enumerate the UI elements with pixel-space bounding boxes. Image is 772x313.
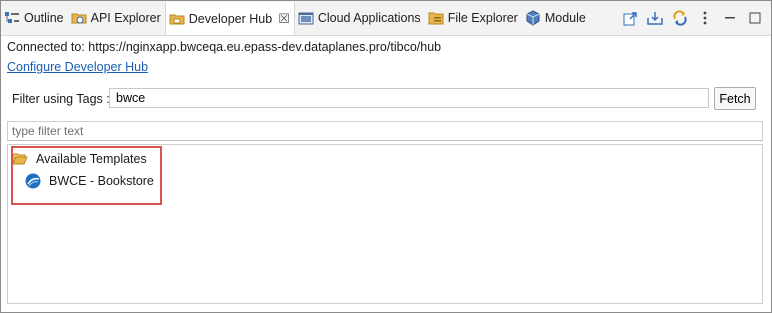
tab-label: API Explorer — [90, 11, 161, 25]
tab-label: Module — [544, 11, 586, 25]
file-explorer-icon — [428, 10, 444, 26]
import-icon[interactable] — [647, 10, 663, 26]
outline-icon — [4, 10, 20, 26]
tab-api-explorer[interactable]: API Explorer — [68, 1, 165, 35]
api-explorer-icon — [71, 10, 87, 26]
type-filter-input[interactable] — [7, 121, 763, 141]
view-menu-icon[interactable] — [697, 10, 713, 26]
view-toolbar — [622, 10, 763, 26]
close-tab-icon[interactable]: ☒ — [278, 11, 290, 27]
fetch-button[interactable]: Fetch — [714, 87, 756, 110]
tab-label: Developer Hub — [188, 11, 273, 26]
developer-hub-icon — [169, 11, 185, 27]
tab-cloud-applications[interactable]: Cloud Applications — [295, 1, 425, 35]
view-tab-bar: Outline API Explorer Developer Hub ☒ Clo… — [1, 1, 771, 36]
tree-item-bwce-bookstore[interactable]: BWCE - Bookstore — [25, 173, 154, 189]
connection-status: Connected to: https://nginxapp.bwceqa.eu… — [7, 40, 442, 54]
tree-folder-label: Available Templates — [36, 152, 147, 166]
filter-tags-input[interactable] — [109, 88, 709, 108]
module-icon — [525, 10, 541, 26]
tab-outline[interactable]: Outline — [1, 1, 68, 35]
tab-label: File Explorer — [447, 11, 518, 25]
tab-file-explorer[interactable]: File Explorer — [425, 1, 522, 35]
sync-icon[interactable] — [672, 10, 688, 26]
export-icon[interactable] — [622, 10, 638, 26]
tab-developer-hub[interactable]: Developer Hub ☒ — [164, 2, 295, 35]
filter-tags-label: Filter using Tags : — [12, 92, 110, 106]
tab-label: Cloud Applications — [317, 11, 421, 25]
maximize-icon[interactable] — [747, 10, 763, 26]
templates-tree — [7, 144, 763, 304]
developer-hub-panel: Outline API Explorer Developer Hub ☒ Clo… — [0, 0, 772, 313]
tree-item-label: BWCE - Bookstore — [49, 174, 154, 188]
tab-module[interactable]: Module — [522, 1, 590, 35]
tree-folder-available-templates[interactable]: Available Templates — [12, 151, 147, 167]
tab-label: Outline — [24, 11, 64, 25]
configure-developer-hub-link[interactable]: Configure Developer Hub — [7, 60, 148, 74]
open-folder-icon — [12, 151, 28, 167]
minimize-icon[interactable] — [722, 10, 738, 26]
bwce-icon — [25, 173, 41, 189]
cloud-applications-icon — [298, 10, 314, 26]
